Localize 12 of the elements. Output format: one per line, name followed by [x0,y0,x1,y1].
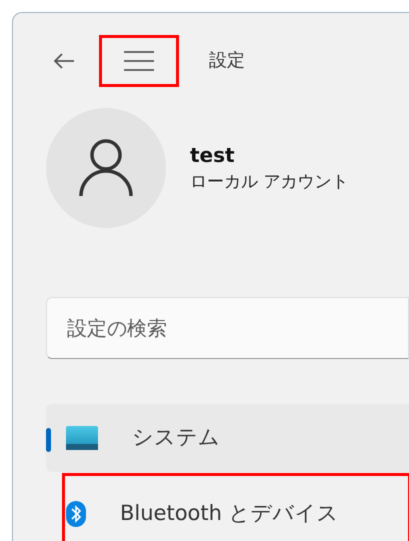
user-name: test [190,142,236,170]
window-title: 設定 [209,49,245,73]
selection-indicator [46,428,51,452]
account-type: ローカル アカウント [190,171,348,194]
menu-button[interactable] [99,34,179,86]
monitor-icon [66,426,98,450]
search-field[interactable]: 設定の検索 [46,297,409,359]
person-icon [78,138,134,198]
nav-item[interactable]: システム [46,404,409,472]
bluetooth-icon [66,501,86,527]
back-arrow-icon [52,52,76,70]
menu-icon [122,50,156,72]
